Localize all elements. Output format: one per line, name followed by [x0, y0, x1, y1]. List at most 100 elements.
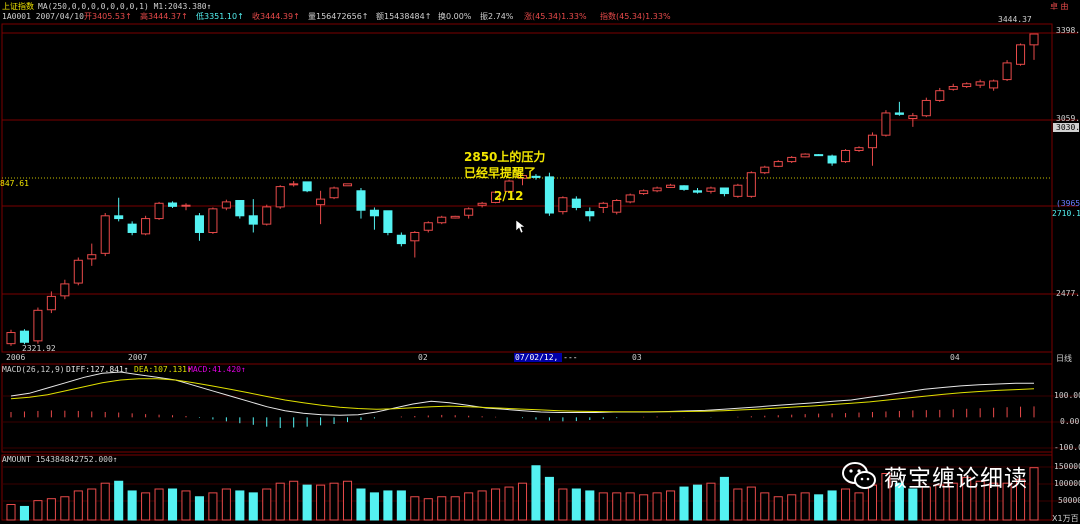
volume-bar — [194, 496, 204, 521]
candle — [477, 201, 487, 208]
candle — [114, 197, 124, 222]
watermark: 薇宝缠论细读 — [842, 456, 1028, 496]
candle — [666, 183, 676, 188]
candle — [867, 132, 878, 166]
candle — [410, 231, 420, 258]
volume-tick: 100000 — [1054, 479, 1080, 488]
volume-bar — [585, 490, 595, 521]
candle — [60, 279, 70, 300]
candle-body — [127, 223, 137, 233]
volume-bar — [719, 476, 729, 521]
open-value: 开3405.53↑ — [84, 12, 132, 21]
stock-chart[interactable]: 上证指数 MA(250,0,0,0,0,0,0,0,1) M1:2043.380… — [0, 0, 1080, 524]
candle — [33, 307, 43, 344]
high-label: 3444.37 — [998, 15, 1032, 24]
low-label: 2321.92 — [22, 344, 56, 353]
close-value: 收3444.39↑ — [252, 11, 300, 21]
index-title[interactable]: 上证指数 — [2, 1, 34, 11]
candle — [652, 186, 662, 193]
candle — [1016, 43, 1026, 66]
candle — [329, 186, 339, 200]
volume-bar — [87, 488, 97, 521]
volume-bar — [141, 492, 151, 521]
volume-bar — [800, 492, 810, 521]
candle-body — [329, 187, 339, 199]
volume-bar — [517, 482, 528, 521]
candle-body — [167, 202, 178, 207]
header-bar: 上证指数 MA(250,0,0,0,0,0,0,0,1) M1:2043.380… — [2, 1, 1069, 21]
volume-bar — [248, 492, 258, 521]
macd-tick: -100.0 — [1054, 443, 1080, 452]
volume-bar — [275, 482, 285, 521]
candle-body — [558, 197, 568, 213]
volume-bar — [477, 490, 487, 521]
price-tick: 2477.8 — [1056, 289, 1080, 298]
volume-bar — [221, 488, 231, 521]
candle — [181, 203, 191, 211]
ma-label: MA(250,0,0,0,0,0,0,0,1) M1:2043.380↑ — [38, 2, 211, 11]
candle — [450, 215, 460, 219]
candle-body — [302, 181, 312, 192]
candle — [989, 79, 999, 91]
price-mark: (3965) — [1056, 199, 1080, 208]
volume-bar — [127, 490, 137, 521]
candle-body — [746, 172, 756, 197]
candle — [612, 199, 622, 215]
volume-bar — [544, 476, 554, 521]
candle-body — [1029, 33, 1039, 46]
candle — [787, 156, 797, 163]
candle — [800, 153, 810, 158]
candle-body — [935, 90, 945, 101]
candle-body — [894, 112, 904, 115]
period-label[interactable]: 日线 — [1056, 353, 1072, 363]
candle-body — [881, 112, 891, 136]
volume-unit: X1万百 — [1052, 514, 1079, 523]
low-value: 低3351.10↑ — [196, 11, 244, 21]
candle — [342, 183, 353, 187]
volume-bar — [154, 488, 164, 521]
candle-body — [1016, 44, 1026, 65]
dea-line — [10, 378, 1035, 413]
wechat-logo-icon — [842, 462, 876, 489]
candle — [773, 160, 783, 168]
volume-bar — [235, 490, 245, 521]
candle — [154, 201, 164, 220]
candle-body — [733, 184, 743, 197]
volume-bar — [854, 492, 864, 521]
candle — [316, 190, 326, 225]
candle-body — [46, 295, 56, 311]
candle-body — [369, 209, 379, 217]
candle — [544, 172, 554, 216]
candle-body — [773, 161, 783, 167]
volume-bar — [706, 482, 716, 521]
candle-body — [841, 149, 851, 163]
volume-bar — [369, 492, 379, 521]
date-label: 02 — [418, 353, 428, 362]
candle-body — [114, 215, 124, 220]
candle-body — [221, 201, 231, 209]
candle-body — [289, 183, 299, 186]
candle-body — [625, 194, 635, 203]
candle — [746, 171, 756, 198]
macd-histogram — [10, 406, 1035, 428]
volume-bar — [625, 492, 635, 521]
candle-body — [1002, 62, 1012, 81]
candle-body — [262, 206, 272, 225]
candle-body — [989, 80, 999, 89]
candle-body — [639, 190, 649, 195]
candle — [571, 196, 581, 211]
candle-body — [73, 259, 83, 284]
toolbar-buttons[interactable]: 卓 由 — [1050, 1, 1069, 11]
candle — [881, 110, 891, 137]
volume-bar — [491, 488, 501, 521]
index-change-value: 指数(45.34)1.33% — [600, 11, 671, 21]
price-tick: 2710.14 — [1052, 209, 1080, 218]
candle — [235, 200, 245, 219]
candle-body — [437, 216, 447, 224]
volume-bar — [383, 490, 393, 521]
date-label: 03 — [632, 353, 642, 362]
volume-bar — [289, 480, 299, 521]
candle — [221, 199, 231, 211]
volume-bar — [1029, 467, 1039, 521]
volume-bar — [666, 490, 676, 521]
